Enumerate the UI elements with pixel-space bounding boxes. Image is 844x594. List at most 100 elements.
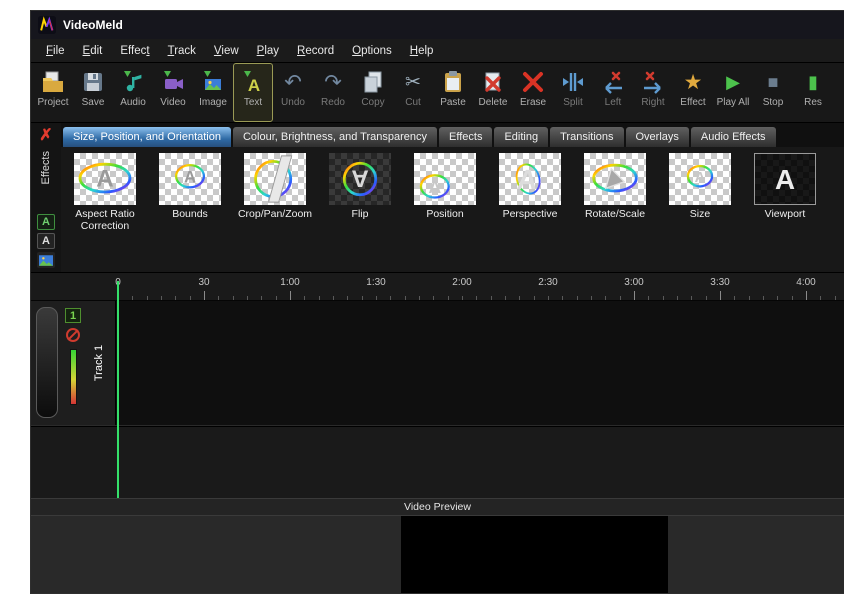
- menu-item-edit[interactable]: Edit: [74, 41, 112, 61]
- effect-item-perspective[interactable]: APerspective: [490, 153, 570, 270]
- effect-thumbnail: A: [669, 153, 731, 205]
- right-button[interactable]: Right: [633, 63, 673, 122]
- title-bar[interactable]: VideoMeld: [31, 11, 844, 39]
- delete-button[interactable]: Delete: [473, 63, 513, 122]
- tab-size-position-and-orientation[interactable]: Size, Position, and Orientation: [63, 127, 231, 147]
- undo-button[interactable]: ↶Undo: [273, 63, 313, 122]
- text-button[interactable]: AText: [233, 63, 273, 122]
- effects-side-strip: ✗ Effects A A: [31, 123, 61, 272]
- playhead[interactable]: [117, 281, 119, 498]
- track-mute-icon[interactable]: [66, 328, 80, 342]
- paste-icon: [440, 69, 466, 95]
- toolbar-button-label: Effect: [680, 97, 705, 108]
- ruler-tick: [290, 291, 291, 300]
- effect-item-aspect-ratio-correction[interactable]: AAspect Ratio Correction: [65, 153, 145, 270]
- effects-panel: Size, Position, and OrientationColour, B…: [61, 123, 844, 272]
- tab-colour-brightness-and-transparency[interactable]: Colour, Brightness, and Transparency: [233, 127, 437, 147]
- toolbar-button-label: Audio: [120, 97, 146, 108]
- image-icon: [200, 69, 226, 95]
- effect-item-crop-pan-zoom[interactable]: Crop/Pan/Zoom: [235, 153, 315, 270]
- svg-text:A: A: [516, 164, 539, 195]
- track-header: 1 Track 1: [31, 301, 116, 425]
- menu-item-effect[interactable]: Effect: [111, 41, 158, 61]
- ruler-tick-label: 1:00: [280, 277, 299, 288]
- tab-audio-effects[interactable]: Audio Effects: [691, 127, 776, 147]
- effect-item-flip[interactable]: AFlip: [320, 153, 400, 270]
- toolbar-button-label: Video: [160, 97, 185, 108]
- ruler-tick: [720, 291, 721, 300]
- ruler-tick: [419, 296, 420, 300]
- tab-editing[interactable]: Editing: [494, 127, 548, 147]
- image-button[interactable]: Image: [193, 63, 233, 122]
- menu-item-help[interactable]: Help: [401, 41, 443, 61]
- redo-button[interactable]: ↷Redo: [313, 63, 353, 122]
- effect-button[interactable]: ★Effect: [673, 63, 713, 122]
- effects-tab-bar: Size, Position, and OrientationColour, B…: [61, 123, 844, 147]
- ruler-tick: [462, 296, 463, 300]
- tab-transitions[interactable]: Transitions: [550, 127, 623, 147]
- menu-item-options[interactable]: Options: [343, 41, 401, 61]
- redo-icon: ↷: [320, 69, 346, 95]
- video-button[interactable]: Video: [153, 63, 193, 122]
- effect-thumbnail: A: [74, 153, 136, 205]
- stop-button[interactable]: ■Stop: [753, 63, 793, 122]
- menu-item-view[interactable]: View: [205, 41, 248, 61]
- ruler-tick: [706, 296, 707, 300]
- ruler-tick: [390, 296, 391, 300]
- ruler-tick: [147, 296, 148, 300]
- audio-button[interactable]: Audio: [113, 63, 153, 122]
- effect-item-size[interactable]: ASize: [660, 153, 740, 270]
- split-button[interactable]: Split: [553, 63, 593, 122]
- track-number-button[interactable]: 1: [65, 308, 81, 323]
- ruler-tick: [648, 296, 649, 300]
- play-all-button[interactable]: ▶Play All: [713, 63, 753, 122]
- menu-item-record[interactable]: Record: [288, 41, 343, 61]
- ruler-tick: [505, 296, 506, 300]
- toolbar-button-label: Project: [37, 97, 68, 108]
- text-effects-filter-icon[interactable]: A: [37, 214, 55, 230]
- paste-button[interactable]: Paste: [433, 63, 473, 122]
- effect-item-rotate-scale[interactable]: Rotate/Scale: [575, 153, 655, 270]
- menu-item-play[interactable]: Play: [248, 41, 288, 61]
- track-volume-meter[interactable]: [70, 349, 77, 405]
- image-effects-filter-icon[interactable]: [37, 252, 55, 268]
- effect-thumbnail: A: [159, 153, 221, 205]
- title-effects-filter-icon[interactable]: A: [37, 233, 55, 249]
- left-button[interactable]: Left: [593, 63, 633, 122]
- ruler-tick: [276, 296, 277, 300]
- cut-icon: ✂: [400, 69, 426, 95]
- toolbar-button-label: Right: [641, 97, 664, 108]
- save-icon: [80, 69, 106, 95]
- tab-overlays[interactable]: Overlays: [626, 127, 689, 147]
- effect-label: Bounds: [172, 208, 208, 220]
- menu-item-file[interactable]: File: [37, 41, 74, 61]
- effect-item-bounds[interactable]: A Bounds: [150, 153, 230, 270]
- svg-text:A: A: [775, 164, 795, 195]
- menu-item-track[interactable]: Track: [159, 41, 205, 61]
- ruler-tick: [204, 291, 205, 300]
- project-button[interactable]: Project: [33, 63, 73, 122]
- erase-button[interactable]: Erase: [513, 63, 553, 122]
- timeline-ruler[interactable]: 0301:001:302:002:303:003:304:00: [31, 273, 844, 301]
- ruler-tick: [362, 296, 363, 300]
- ruler-tick: [190, 296, 191, 300]
- ruler-tick: [734, 296, 735, 300]
- timeline-empty-area[interactable]: [31, 426, 844, 498]
- track-fader[interactable]: [36, 307, 58, 418]
- res-button[interactable]: ▮Res: [793, 63, 833, 122]
- track-row[interactable]: 1 Track 1: [31, 301, 844, 426]
- effect-item-viewport[interactable]: AViewport: [745, 153, 825, 270]
- effect-item-position[interactable]: APosition: [405, 153, 485, 270]
- tab-effects[interactable]: Effects: [439, 127, 492, 147]
- toolbar-button-label: Delete: [479, 97, 508, 108]
- ruler-tick-label: 3:00: [624, 277, 643, 288]
- save-button[interactable]: Save: [73, 63, 113, 122]
- cut-button[interactable]: ✂Cut: [393, 63, 433, 122]
- ruler-tick: [763, 296, 764, 300]
- svg-text:A: A: [695, 170, 706, 186]
- erase-icon: [520, 69, 546, 95]
- effect-thumbnail: A: [329, 153, 391, 205]
- copy-button[interactable]: Copy: [353, 63, 393, 122]
- svg-text:A: A: [428, 177, 441, 197]
- close-effects-button[interactable]: ✗: [33, 123, 59, 146]
